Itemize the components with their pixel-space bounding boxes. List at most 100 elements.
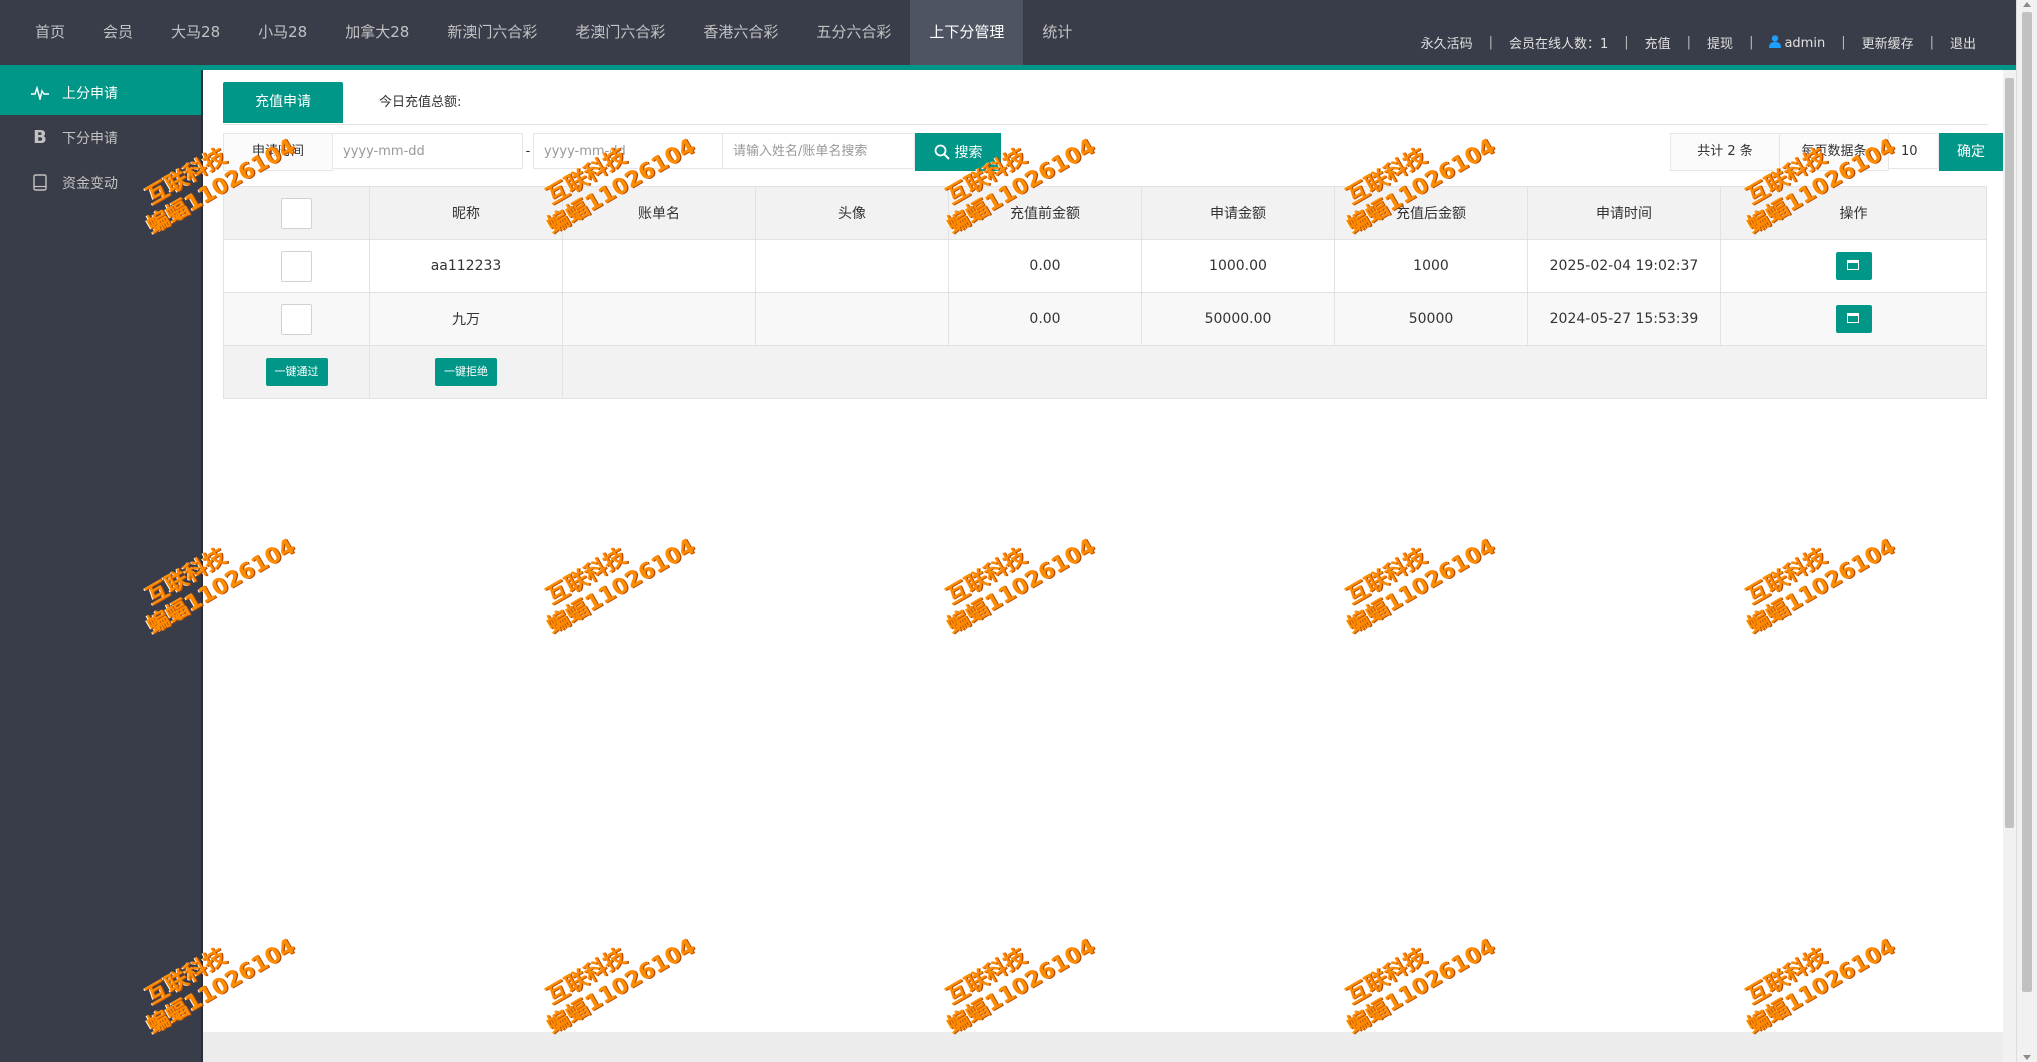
bill-name-cell [562, 239, 756, 293]
reject-all-button[interactable]: 一键拒绝 [435, 358, 497, 386]
table-header-row: 昵称 账单名 头像 充值前金额 申请金额 充值后金额 申请时间 操作 [223, 186, 1987, 240]
footer-strip [203, 1032, 2003, 1062]
column-header: 账单名 [562, 186, 756, 240]
total-count: 共计 2 条 [1670, 133, 1780, 171]
column-header: 头像 [755, 186, 949, 240]
bill-name-cell [562, 292, 756, 346]
row-select-cell [223, 239, 370, 293]
tab-recharge-requests[interactable]: 充值申请 [223, 82, 343, 123]
per-page-input[interactable]: 10 [1889, 133, 1939, 169]
tablet-icon [30, 174, 50, 191]
before-amount-cell: 0.00 [948, 239, 1142, 293]
content-scrollbar[interactable] [2003, 70, 2016, 1062]
start-date-input[interactable]: yyyy-mm-dd [333, 133, 523, 169]
sidebar-item-fund-changes[interactable]: 资金变动 [0, 160, 201, 205]
request-amount-cell: 1000.00 [1141, 239, 1335, 293]
separator: | [1488, 35, 1493, 50]
select-all-checkbox[interactable] [281, 197, 312, 229]
main-nav: 首页 会员 大马28 小马28 加拿大28 新澳门六合彩 老澳门六合彩 香港六合… [16, 0, 1091, 65]
nav-five-min-lottery[interactable]: 五分六合彩 [797, 0, 910, 65]
recharge-table: 昵称 账单名 头像 充值前金额 申请金额 充值后金额 申请时间 操作 aa112… [223, 186, 1987, 399]
refresh-cache-link[interactable]: 更新缓存 [1852, 33, 1924, 52]
action-cell [1720, 239, 1987, 293]
end-date-input[interactable]: yyyy-mm-dd [533, 133, 723, 169]
user-icon [1769, 34, 1782, 48]
nav-xiaoma28[interactable]: 小马28 [239, 0, 326, 65]
sidebar-item-label: 下分申请 [62, 130, 118, 147]
nickname-cell: aa112233 [369, 239, 563, 293]
scroll-thumb[interactable] [2005, 78, 2014, 828]
sidebar-item-recharge-requests[interactable]: 上分申请 [0, 70, 201, 115]
approve-all-button[interactable]: 一键通过 [265, 358, 328, 386]
nav-old-macau-lottery[interactable]: 老澳门六合彩 [556, 0, 684, 65]
column-header: 充值前金额 [948, 186, 1142, 240]
table-footer-row: 一键通过 一键拒绝 [223, 345, 1987, 399]
date-range-dash: - [525, 144, 531, 159]
separator: | [1841, 35, 1846, 50]
select-all-cell [223, 186, 370, 240]
per-page-label: 每页数据条 [1780, 133, 1889, 171]
recharge-link[interactable]: 充值 [1635, 33, 1681, 52]
after-amount-cell: 1000 [1334, 239, 1528, 293]
separator: | [1686, 35, 1692, 50]
column-header: 操作 [1720, 186, 1987, 240]
after-amount-cell: 50000 [1334, 292, 1528, 346]
view-detail-button[interactable] [1835, 305, 1872, 333]
action-cell [1720, 292, 1987, 346]
table-row: 九万 0.00 50000.00 50000 2024-05-27 15:53:… [223, 292, 1987, 346]
nav-points-management[interactable]: 上下分管理 [910, 0, 1024, 65]
filter-bar: 申请时间 yyyy-mm-dd - yyyy-mm-dd 请输入姓名/账单名搜索… [223, 133, 1001, 171]
withdraw-link[interactable]: 提现 [1697, 33, 1743, 52]
window-icon [1846, 260, 1859, 270]
separator: | [1749, 35, 1754, 50]
scroll-up-arrow[interactable] [2023, 2, 2031, 7]
sidebar-item-label: 上分申请 [62, 85, 118, 102]
footer-empty-cell [562, 345, 1987, 399]
nav-home[interactable]: 首页 [16, 0, 84, 65]
table-row: aa112233 0.00 1000.00 1000 2025-02-04 19… [223, 239, 1987, 293]
sidebar-item-withdraw-requests[interactable]: B 下分申请 [0, 115, 201, 160]
window-icon [1846, 313, 1859, 323]
nav-new-macau-lottery[interactable]: 新澳门六合彩 [428, 0, 556, 65]
logout-link[interactable]: 退出 [1940, 33, 1986, 52]
pager-bar: 共计 2 条 每页数据条 10 确定 [1670, 133, 2003, 171]
sidebar: 上分申请 B 下分申请 资金变动 [0, 70, 201, 1062]
search-button-label: 搜索 [954, 145, 983, 161]
user-menu[interactable]: admin [1759, 34, 1835, 51]
top-navbar: 首页 会员 大马28 小马28 加拿大28 新澳门六合彩 老澳门六合彩 香港六合… [0, 0, 2016, 65]
b-icon: B [33, 127, 47, 148]
row-select-cell [223, 292, 370, 346]
sidebar-item-label: 资金变动 [62, 175, 118, 192]
separator: | [1929, 35, 1934, 50]
request-amount-cell: 50000.00 [1141, 292, 1335, 346]
row-checkbox[interactable] [281, 250, 312, 282]
keyword-search-input[interactable]: 请输入姓名/账单名搜索 [723, 133, 915, 169]
nav-members[interactable]: 会员 [84, 0, 152, 65]
activation-link[interactable]: 永久活码 [1411, 33, 1483, 52]
column-header: 申请金额 [1141, 186, 1335, 240]
nav-hongkong-lottery[interactable]: 香港六合彩 [684, 0, 797, 65]
scroll-down-arrow[interactable] [2023, 1055, 2031, 1060]
page-scroll-thumb[interactable] [2022, 12, 2032, 992]
today-recharge-total: 今日充值总额: [379, 95, 462, 110]
column-header: 申请时间 [1527, 186, 1721, 240]
request-time-cell: 2025-02-04 19:02:37 [1527, 239, 1721, 293]
main-content: 充值申请 今日充值总额: 申请时间 yyyy-mm-dd - yyyy-mm-d… [203, 70, 2003, 1032]
nav-dama28[interactable]: 大马28 [152, 0, 239, 65]
footer-cell: 一键拒绝 [369, 345, 563, 399]
nickname-cell: 九万 [369, 292, 563, 346]
row-checkbox[interactable] [281, 303, 312, 335]
right-nav: 永久活码 | 会员在线人数：1 | 充值 | 提现 | admin | 更新缓存… [1411, 0, 1986, 65]
pulse-icon [30, 85, 50, 100]
column-header: 昵称 [369, 186, 563, 240]
search-icon [934, 144, 950, 160]
nav-statistics[interactable]: 统计 [1023, 0, 1091, 65]
nav-canada28[interactable]: 加拿大28 [326, 0, 428, 65]
confirm-button[interactable]: 确定 [1939, 133, 2003, 171]
footer-cell: 一键通过 [223, 345, 370, 399]
username: admin [1784, 35, 1826, 51]
online-count: 会员在线人数：1 [1508, 37, 1609, 52]
page-scrollbar[interactable] [2016, 0, 2037, 1062]
view-detail-button[interactable] [1835, 252, 1872, 280]
search-button[interactable]: 搜索 [915, 133, 1001, 171]
